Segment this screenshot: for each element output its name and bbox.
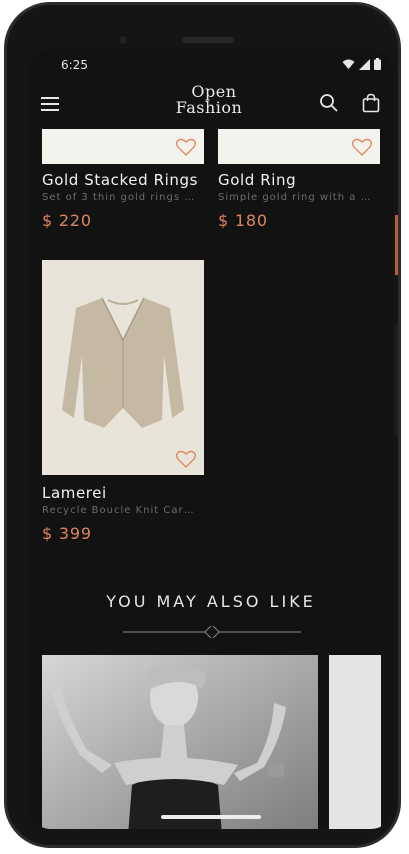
menu-icon[interactable] (41, 97, 59, 111)
app-header: Open Fashion (29, 82, 393, 129)
volume-button (395, 325, 398, 435)
logo[interactable]: Open Fashion (169, 82, 249, 117)
logo-line-1: Open (191, 82, 237, 101)
power-button (395, 215, 398, 275)
product-description: Simple gold ring with a … (218, 192, 372, 203)
product-card[interactable]: Lamerei Recycle Boucle Knit Car… $ 399 (42, 260, 204, 550)
camera-icon (116, 33, 130, 47)
home-indicator[interactable] (161, 815, 261, 819)
battery-icon (374, 58, 381, 70)
cardigan-image (42, 260, 204, 475)
heart-icon[interactable] (176, 138, 196, 156)
product-image[interactable] (42, 260, 204, 475)
status-time: 6:25 (61, 58, 88, 72)
heart-icon[interactable] (176, 450, 196, 468)
shopping-bag-icon[interactable] (361, 93, 381, 113)
logo-line-2: Fashion (175, 98, 243, 117)
product-card[interactable]: Gold Stacked Rings Set of 3 thin gold ri… (42, 129, 204, 230)
speaker-grille (182, 37, 234, 43)
product-name[interactable]: Gold Stacked Rings (42, 171, 198, 189)
wifi-icon (342, 59, 355, 69)
recommendation-card-next[interactable] (329, 655, 381, 829)
search-icon[interactable] (319, 93, 339, 113)
model-photo (42, 655, 318, 829)
status-icons (342, 58, 381, 70)
product-price: $ 180 (218, 211, 268, 230)
product-card[interactable]: Gold Ring Simple gold ring with a … $ 18… (218, 129, 380, 230)
section-title: YOU MAY ALSO LIKE (106, 592, 316, 611)
phone-frame: 6:25 Open Fashion Gold Stacked Rings Set… (4, 2, 401, 848)
product-name[interactable]: Gold Ring (218, 171, 296, 189)
product-description: Recycle Boucle Knit Car… (42, 505, 195, 516)
product-name[interactable]: Lamerei (42, 484, 107, 502)
product-price: $ 220 (42, 211, 92, 230)
status-bar: 6:25 (29, 49, 393, 81)
product-price: $ 399 (42, 524, 92, 543)
divider-ornament (123, 626, 301, 638)
product-description: Set of 3 thin gold rings … (42, 192, 196, 203)
app-screen: 6:25 Open Fashion Gold Stacked Rings Set… (29, 49, 393, 829)
recommendation-card[interactable] (42, 655, 318, 829)
heart-icon[interactable] (352, 138, 372, 156)
signal-icon (359, 58, 370, 70)
